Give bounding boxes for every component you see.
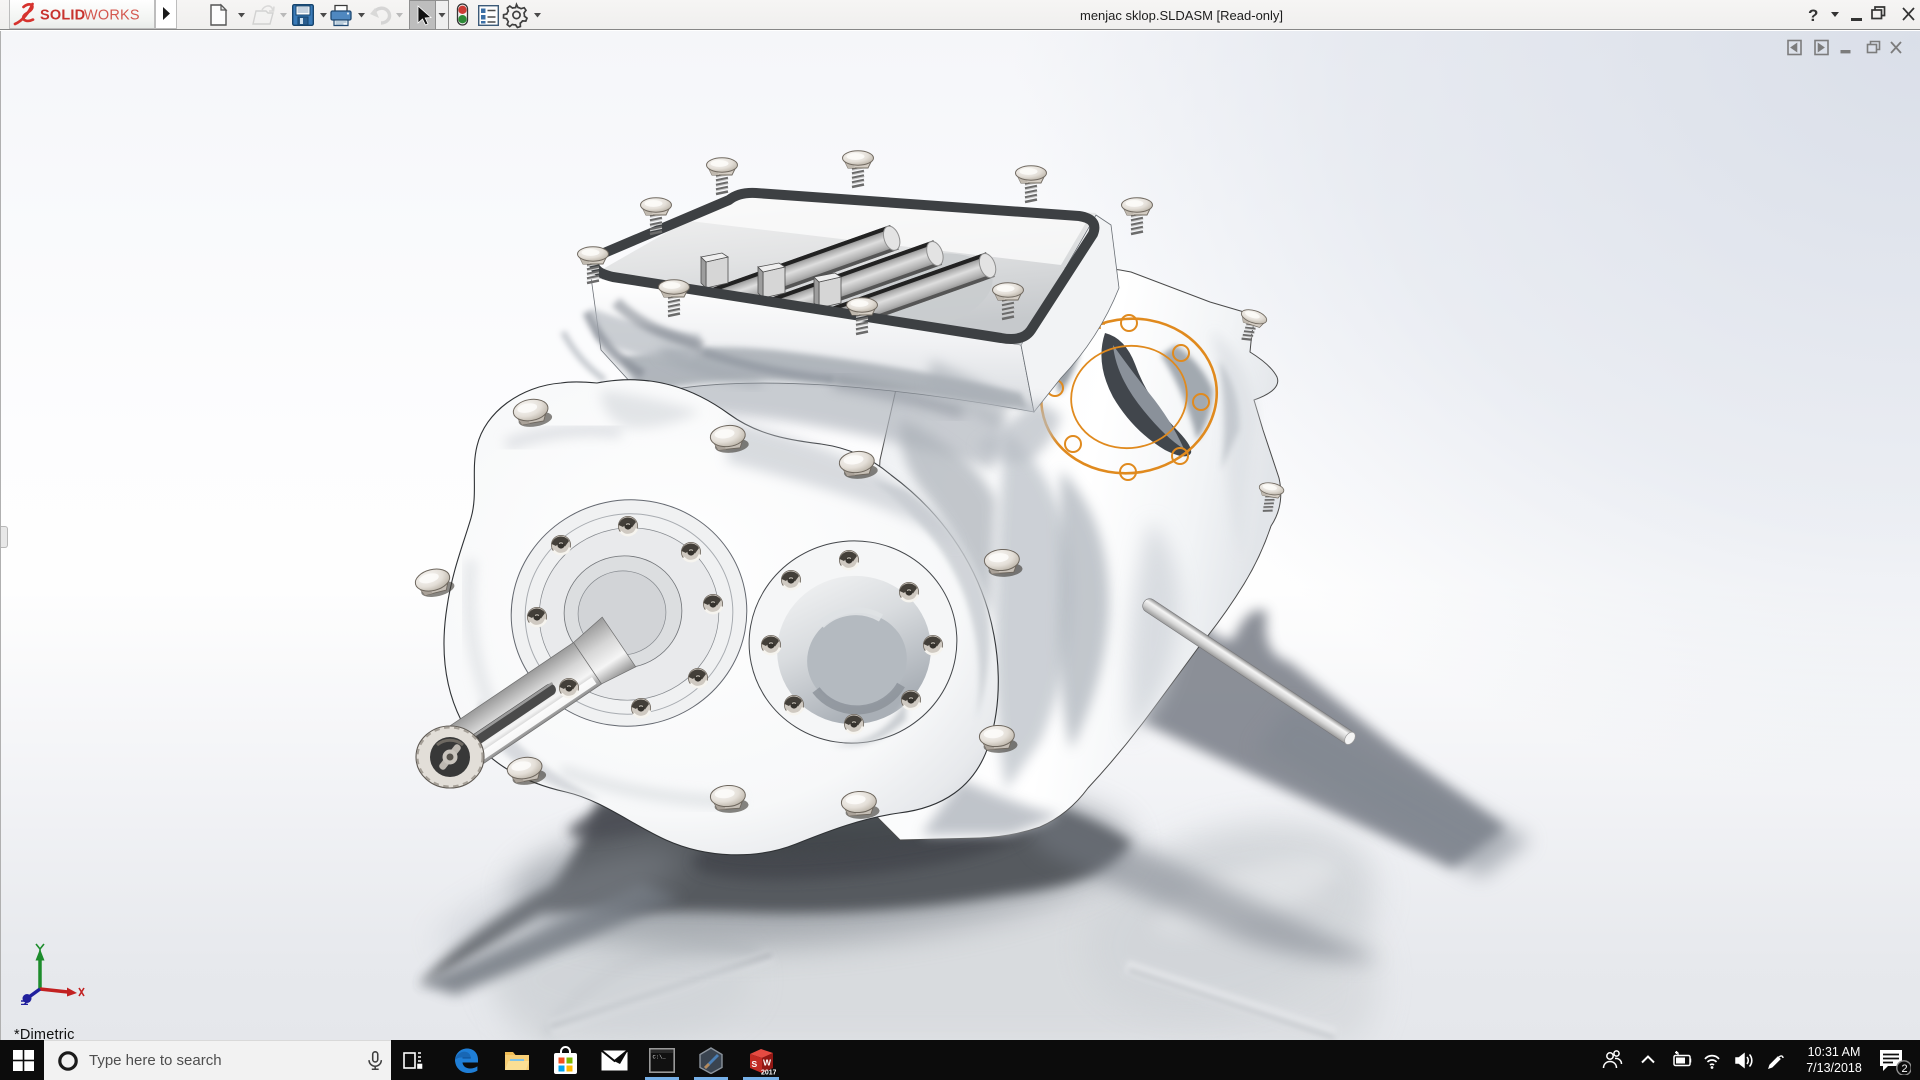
svg-text:SOLID: SOLID	[40, 8, 85, 24]
svg-text:W: W	[763, 1058, 772, 1068]
svg-text:2: 2	[1902, 1063, 1908, 1075]
svg-text:2017: 2017	[761, 1070, 776, 1077]
svg-text:WORKS: WORKS	[84, 8, 140, 24]
svg-text:S: S	[752, 1059, 758, 1069]
svg-text:?: ?	[1808, 6, 1818, 25]
svg-text:C:\_: C:\_	[653, 1054, 667, 1061]
